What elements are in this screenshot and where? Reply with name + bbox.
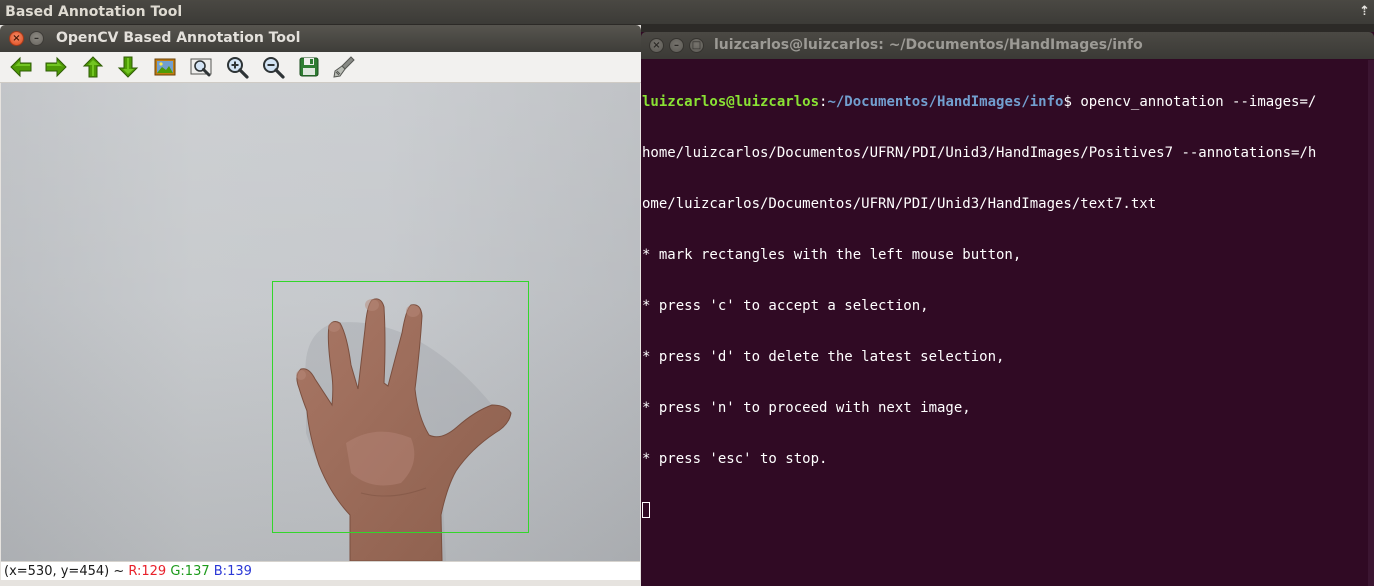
minimize-icon[interactable]: – — [29, 31, 44, 46]
arrow-left-icon[interactable] — [8, 54, 34, 80]
close-icon[interactable]: × — [9, 31, 24, 46]
cursor-line — [642, 502, 1366, 519]
output-line: * press 'd' to delete the latest selecti… — [642, 349, 1005, 365]
selection-rectangle[interactable] — [272, 281, 529, 533]
terminal-scrollbar[interactable] — [1368, 60, 1374, 586]
zoom-fit-icon[interactable] — [188, 54, 214, 80]
output-line: * mark rectangles with the left mouse bu… — [642, 247, 1022, 263]
status-blue-value: B:139 — [213, 564, 252, 579]
arrow-down-icon[interactable] — [115, 54, 141, 80]
text-cursor — [642, 502, 650, 518]
command-continuation: ome/luizcarlos/Documentos/UFRN/PDI/Unid3… — [642, 196, 1157, 212]
desktop-top-panel: ' Based Annotation Tool ⇡ — [0, 0, 1374, 24]
brush-icon[interactable] — [331, 54, 357, 80]
image-canvas[interactable] — [1, 83, 640, 561]
status-coordinates: (x=530, y=454) ~ — [4, 564, 125, 579]
prompt-path: ~/Documentos/HandImages/info — [827, 94, 1064, 110]
opencv-titlebar[interactable]: × – OpenCV Based Annotation Tool — [0, 25, 641, 52]
terminal-output[interactable]: luizcarlos@luizcarlos:~/Documentos/HandI… — [642, 60, 1366, 586]
status-green-value: G:137 — [170, 564, 210, 579]
up-arrow-icon[interactable]: ⇡ — [1359, 0, 1370, 24]
command-continuation: home/luizcarlos/Documentos/UFRN/PDI/Unid… — [642, 145, 1317, 161]
arrow-up-icon[interactable] — [80, 54, 106, 80]
maximize-icon[interactable]: □ — [689, 38, 704, 53]
active-app-title: ' Based Annotation Tool — [0, 4, 183, 20]
prompt-symbol: $ — [1063, 94, 1072, 110]
window-bottom-edge — [0, 580, 641, 586]
opencv-annotation-window: × – OpenCV Based Annotation Tool (x=530,… — [0, 25, 641, 586]
status-bar: (x=530, y=454) ~ R:129 G:137 B:139 — [1, 561, 640, 580]
command-line: luizcarlos@luizcarlos:~/Documentos/HandI… — [642, 94, 1366, 111]
terminal-window: × – □ luizcarlos@luizcarlos: ~/Documento… — [641, 32, 1374, 586]
arrow-right-icon[interactable] — [43, 54, 69, 80]
zoom-in-icon[interactable] — [224, 54, 250, 80]
window-title: OpenCV Based Annotation Tool — [56, 30, 301, 46]
prompt-user: luizcarlos@luizcarlos — [642, 94, 820, 110]
output-line: * press 'n' to proceed with next image, — [642, 400, 971, 416]
close-icon[interactable]: × — [649, 38, 664, 53]
zoom-out-icon[interactable] — [260, 54, 286, 80]
opencv-toolbar — [0, 52, 641, 83]
output-line: * press 'esc' to stop. — [642, 451, 828, 467]
terminal-titlebar[interactable]: × – □ luizcarlos@luizcarlos: ~/Documento… — [641, 32, 1374, 59]
status-red-value: R:129 — [128, 564, 167, 579]
save-icon[interactable] — [296, 54, 322, 80]
image-icon[interactable] — [152, 54, 178, 80]
output-line: * press 'c' to accept a selection, — [642, 298, 929, 314]
terminal-title: luizcarlos@luizcarlos: ~/Documentos/Hand… — [714, 37, 1143, 53]
minimize-icon[interactable]: – — [669, 38, 684, 53]
command-text: opencv_annotation --images=/ — [1071, 94, 1317, 110]
